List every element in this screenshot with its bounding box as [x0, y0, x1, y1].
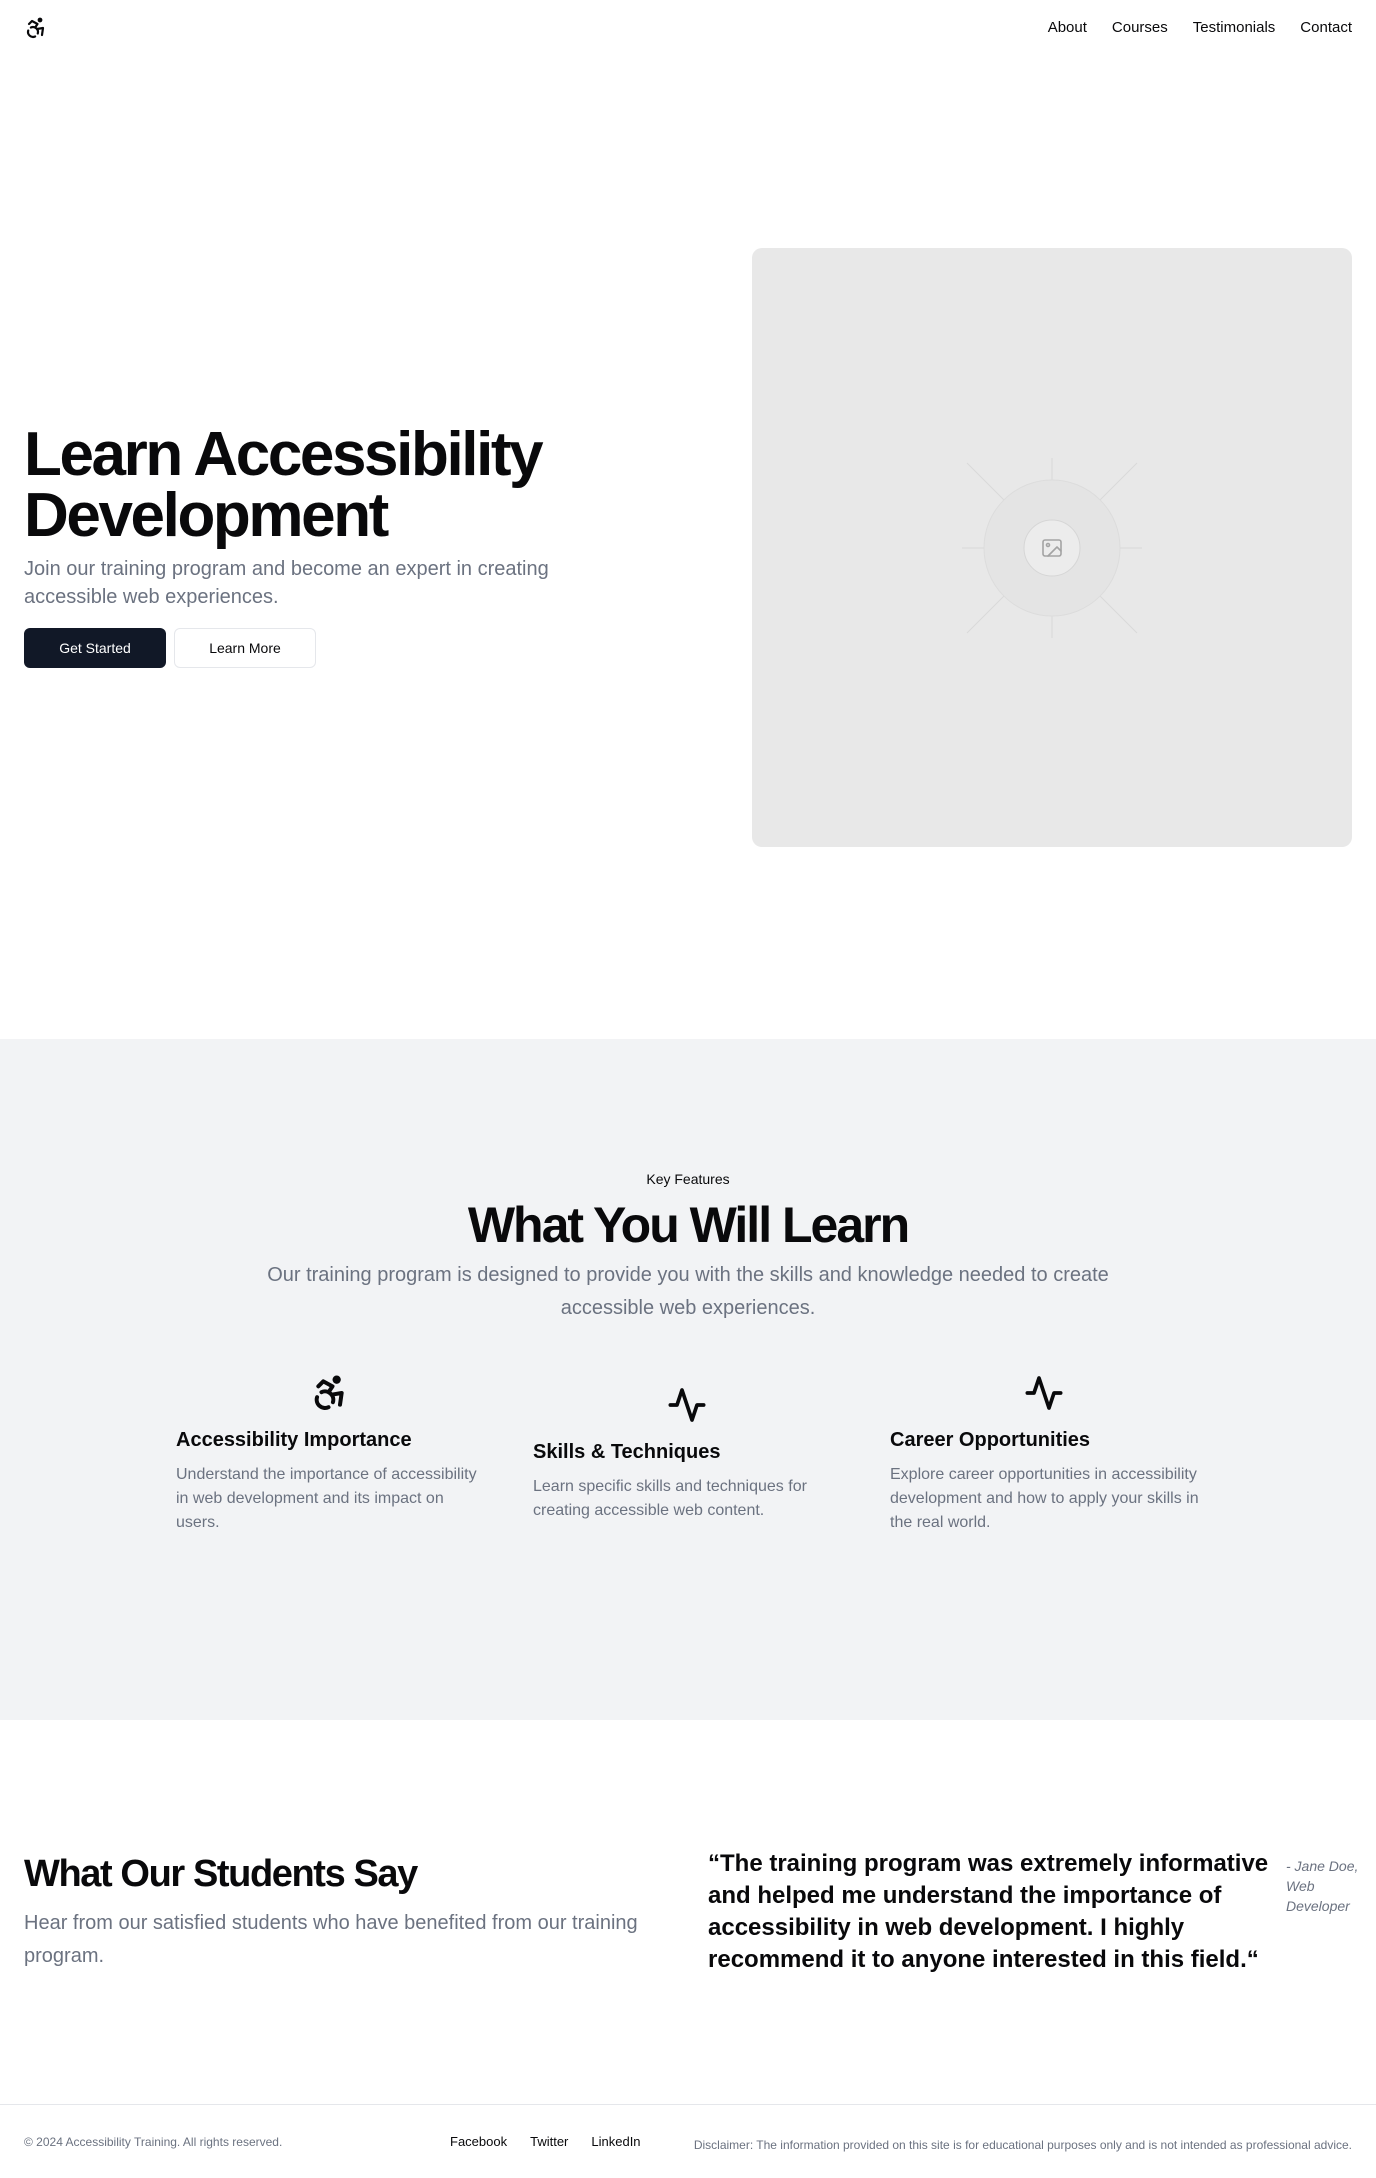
facebook-link[interactable]: Facebook	[450, 2134, 507, 2149]
feature-text: Learn specific skills and techniques for…	[533, 1478, 807, 1519]
activity-icon	[1025, 1376, 1063, 1410]
feature-title: Accessibility Importance	[176, 1429, 412, 1451]
testimonials-title: What Our Students Say	[24, 1853, 418, 1895]
logo[interactable]	[24, 14, 48, 42]
copyright: © 2024 Accessibility Training. All right…	[24, 2135, 283, 2149]
feature-text: Understand the importance of accessibili…	[176, 1466, 477, 1531]
hero-title: Learn Accessibility Development	[24, 420, 544, 550]
features-subtitle: Our training program is designed to prov…	[267, 1264, 1109, 1319]
testimonial-author: - Jane Doe, Web Developer	[1286, 1858, 1359, 1914]
testimonial-quote: “The training program was extremely info…	[708, 1850, 1269, 1973]
feature-text: Explore career opportunities in accessib…	[890, 1466, 1199, 1531]
features-eyebrow: Key Features	[646, 1171, 730, 1187]
hero-subtitle: Join our training program and become an …	[24, 558, 549, 608]
image-placeholder-icon	[962, 458, 1142, 638]
hero-image-placeholder	[752, 248, 1352, 847]
features-section: Key Features What You Will Learn Our tra…	[0, 1039, 1376, 1720]
feature-title: Career Opportunities	[890, 1429, 1091, 1451]
twitter-link[interactable]: Twitter	[530, 2134, 568, 2149]
features-title: What You Will Learn	[467, 1197, 910, 1253]
get-started-button[interactable]: Get Started	[24, 628, 166, 668]
nav-courses[interactable]: Courses	[1112, 18, 1168, 38]
nav-testimonials[interactable]: Testimonials	[1193, 18, 1276, 38]
social-links: Facebook Twitter LinkedIn	[450, 2134, 641, 2149]
nav-about[interactable]: About	[1048, 18, 1087, 38]
main-nav: About Courses Testimonials Contact	[1048, 18, 1352, 38]
testimonials-subtitle: Hear from our satisfied students who hav…	[24, 1912, 638, 1967]
accessibility-icon	[314, 1375, 344, 1410]
site-header: About Courses Testimonials Contact	[0, 0, 1376, 56]
linkedin-link[interactable]: LinkedIn	[591, 2134, 640, 2149]
learn-more-button[interactable]: Learn More	[174, 628, 316, 668]
site-footer: © 2024 Accessibility Training. All right…	[0, 2104, 1376, 2178]
nav-contact[interactable]: Contact	[1300, 18, 1352, 38]
feature-title: Skills & Techniques	[533, 1441, 721, 1463]
activity-icon	[668, 1388, 706, 1422]
accessibility-icon	[26, 17, 45, 39]
disclaimer: Disclaimer: The information provided on …	[693, 2138, 1352, 2152]
